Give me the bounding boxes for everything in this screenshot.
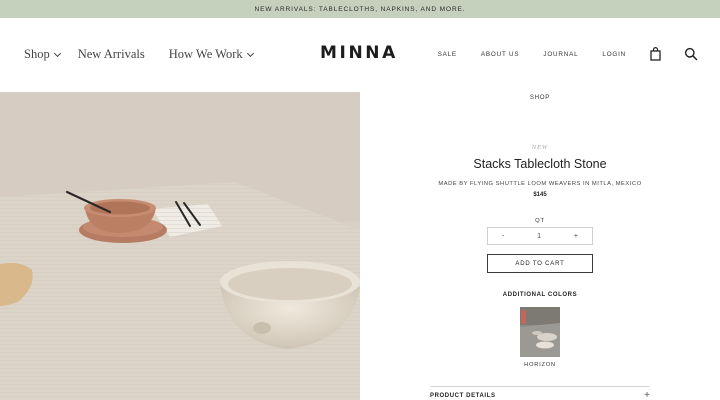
product-title: Stacks Tablecloth Stone: [473, 157, 607, 171]
nav-journal[interactable]: JOURNAL: [543, 51, 578, 58]
nav-new-arrivals-label: New Arrivals: [77, 47, 145, 61]
nav-how-we-work-label: How We Work: [168, 47, 243, 61]
quantity-value[interactable]: 1: [537, 233, 541, 240]
new-badge: NEW: [531, 144, 549, 151]
nav-login[interactable]: LOGIN: [602, 51, 626, 58]
quantity-increase-button[interactable]: +: [574, 233, 578, 240]
quantity-label: QT: [535, 218, 545, 224]
nav-new-arrivals[interactable]: New Arrivals: [78, 47, 145, 62]
secondary-nav: SALE ABOUT US JOURNAL LOGIN: [438, 51, 626, 58]
nav-shop[interactable]: Shop: [24, 47, 61, 62]
announcement-text: NEW ARRIVALS: TABLECLOTHS, NAPKINS, AND …: [254, 5, 466, 13]
chevron-down-icon: [53, 49, 61, 57]
product-maker: MADE BY FLYING SHUTTLE LOOM WEAVERS IN M…: [438, 181, 642, 187]
site-header: Shop New Arrivals How We Work MINNA SALE…: [0, 18, 720, 92]
quantity-decrease-button[interactable]: -: [502, 233, 504, 240]
nav-shop-label: Shop: [24, 47, 50, 61]
cart-bag-icon[interactable]: [649, 47, 663, 61]
color-swatch-horizon[interactable]: [520, 307, 560, 357]
product-info-panel: SHOP NEW Stacks Tablecloth Stone MADE BY…: [360, 92, 720, 400]
divider: [430, 386, 650, 387]
additional-colors-heading: ADDITIONAL COLORS: [502, 292, 578, 298]
plus-icon: +: [644, 390, 650, 400]
brand-logo[interactable]: MINNA: [320, 43, 398, 63]
primary-nav: Shop New Arrivals How We Work: [24, 47, 254, 62]
nav-how-we-work[interactable]: How We Work: [168, 47, 254, 62]
color-swatch-label: HORIZON: [524, 362, 556, 368]
add-to-cart-button[interactable]: ADD TO CART: [487, 254, 593, 273]
chevron-down-icon: [246, 49, 254, 57]
product-image[interactable]: [0, 92, 360, 400]
nav-sale[interactable]: SALE: [438, 51, 457, 58]
search-icon[interactable]: [684, 47, 698, 61]
product-details-toggle[interactable]: PRODUCT DETAILS +: [430, 390, 650, 400]
announcement-bar: NEW ARRIVALS: TABLECLOTHS, NAPKINS, AND …: [0, 0, 720, 18]
breadcrumb[interactable]: SHOP: [360, 95, 720, 101]
product-price: $145: [533, 192, 547, 198]
nav-about-us[interactable]: ABOUT US: [481, 51, 519, 58]
product-details-label: PRODUCT DETAILS: [430, 393, 496, 399]
quantity-stepper[interactable]: - 1 +: [487, 227, 593, 245]
